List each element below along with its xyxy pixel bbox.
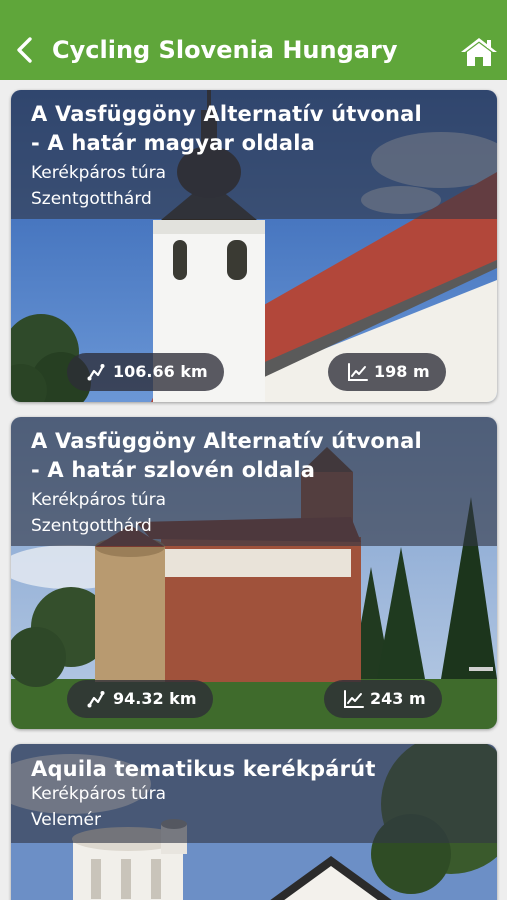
elevation-icon bbox=[348, 363, 368, 381]
tour-card-header: A Vasfüggöny Alternatív útvonal - A hatá… bbox=[11, 90, 497, 219]
route-icon bbox=[87, 691, 105, 708]
elevation-value: 243 m bbox=[370, 689, 426, 708]
elevation-icon bbox=[344, 690, 364, 708]
tour-card-header: A Vasfüggöny Alternatív útvonal - A hatá… bbox=[11, 417, 497, 546]
elevation-badge: 243 m bbox=[324, 680, 442, 718]
tour-card-header: Aquila tematikus kerékpárút Kerékpáros t… bbox=[11, 744, 497, 843]
tour-title-line1: A Vasfüggöny Alternatív útvonal bbox=[31, 102, 422, 126]
app-title: Cycling Slovenia Hungary bbox=[52, 36, 398, 64]
tour-title-line1: Aquila tematikus kerékpárút bbox=[31, 757, 376, 781]
distance-badge: 106.66 km bbox=[67, 353, 224, 391]
tour-title-line2: - A határ szlovén oldala bbox=[31, 458, 316, 482]
tour-card[interactable]: A Vasfüggöny Alternatív útvonal - A hatá… bbox=[11, 417, 497, 729]
tour-title-line2: - A határ magyar oldala bbox=[31, 131, 315, 155]
chevron-left-icon bbox=[17, 37, 32, 63]
tour-card[interactable]: Aquila tematikus kerékpárút Kerékpáros t… bbox=[11, 744, 497, 900]
tour-type: Kerékpáros túra bbox=[31, 784, 167, 804]
elevation-badge: 198 m bbox=[328, 353, 446, 391]
tour-card[interactable]: A Vasfüggöny Alternatív útvonal - A hatá… bbox=[11, 90, 497, 402]
back-button[interactable] bbox=[10, 33, 40, 67]
tour-title-line1: A Vasfüggöny Alternatív útvonal bbox=[31, 429, 422, 453]
tour-location: Szentgotthárd bbox=[31, 189, 152, 209]
app-bar: Cycling Slovenia Hungary bbox=[0, 0, 507, 80]
distance-value: 106.66 km bbox=[113, 362, 208, 381]
distance-badge: 94.32 km bbox=[67, 680, 213, 718]
home-icon bbox=[461, 38, 497, 66]
tour-type: Kerékpáros túra bbox=[31, 490, 167, 510]
route-icon bbox=[87, 364, 105, 381]
elevation-value: 198 m bbox=[374, 362, 430, 381]
home-button[interactable] bbox=[459, 36, 499, 68]
distance-value: 94.32 km bbox=[113, 689, 197, 708]
tour-type: Kerékpáros túra bbox=[31, 163, 167, 183]
tour-location: Velemér bbox=[31, 810, 101, 830]
tour-location: Szentgotthárd bbox=[31, 516, 152, 536]
